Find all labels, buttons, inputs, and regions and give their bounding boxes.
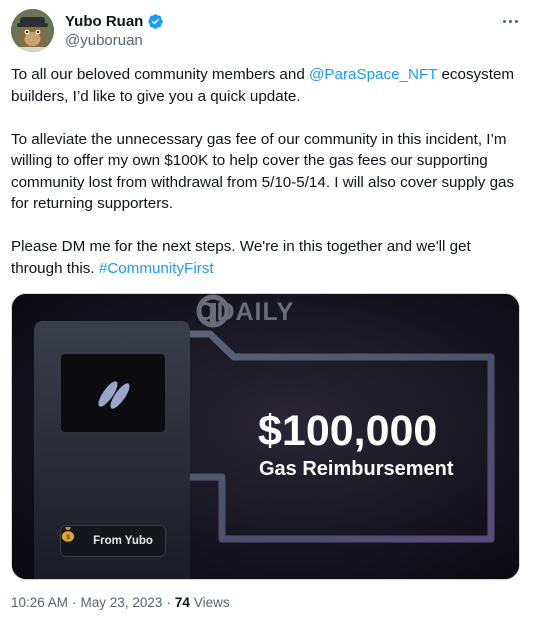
author-handle[interactable]: @yuboruan xyxy=(65,32,164,49)
paraspace-logo-icon xyxy=(98,381,130,409)
ape-avatar-icon[interactable] xyxy=(11,9,54,52)
svg-text:$: $ xyxy=(66,534,70,541)
views-label: Views xyxy=(193,595,230,610)
tweet-paragraph-1: To all our beloved community members and… xyxy=(11,66,515,105)
tweet-paragraph-2: To alleviate the unnecessary gas fee of … xyxy=(11,130,515,213)
tweet-meta: 10:26 AM · May 23, 2023 · 74 Views xyxy=(11,595,230,610)
odaily-watermark: ODAILY xyxy=(196,294,294,330)
verified-badge-icon xyxy=(147,13,164,30)
views-count: 74 xyxy=(174,595,190,610)
tweet-media-image[interactable]: ODAILY $100,000 Gas Reimbursement $ From… xyxy=(11,293,520,580)
tweet-header: Yubo Ruan @yuboruan xyxy=(11,9,523,53)
hashtag-link[interactable]: #CommunityFirst xyxy=(99,260,214,277)
odaily-logo-icon xyxy=(196,294,230,328)
from-badge: $ From Yubo xyxy=(60,525,166,557)
mention-link[interactable]: @ParaSpace_NFT xyxy=(309,66,437,83)
author-name[interactable]: Yubo Ruan xyxy=(65,13,143,30)
reimbursement-subtitle: Gas Reimbursement xyxy=(259,458,454,480)
money-bag-icon: $ xyxy=(61,527,87,549)
reimbursement-amount: $100,000 xyxy=(258,407,438,455)
tweet-paragraph-3: Please DM me for the next steps. We're i… xyxy=(11,238,471,277)
tweet-date[interactable]: May 23, 2023 xyxy=(81,595,163,610)
more-options-icon[interactable] xyxy=(499,11,521,31)
tweet-time[interactable]: 10:26 AM xyxy=(11,595,68,610)
tweet-body: To all our beloved community members and… xyxy=(11,64,523,279)
